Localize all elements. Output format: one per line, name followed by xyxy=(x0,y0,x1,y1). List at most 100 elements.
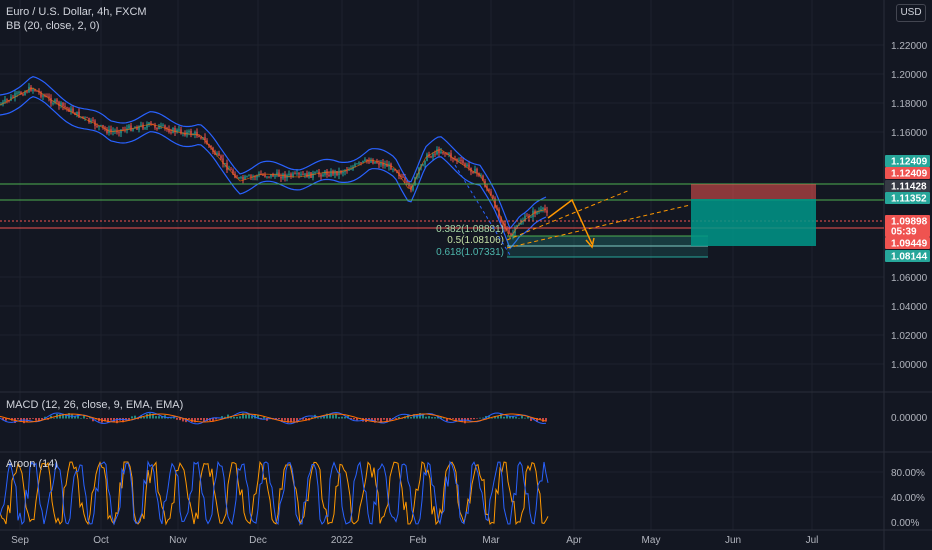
price-axis-label: 1.02000 xyxy=(891,331,928,342)
price-axis-label: 1.16000 xyxy=(891,128,928,139)
macd-histogram-bar xyxy=(521,415,523,419)
macd-histogram-bar xyxy=(332,415,334,419)
candle-body xyxy=(120,129,122,134)
price-tag-label: 1.09449 xyxy=(891,239,928,250)
candle-body xyxy=(332,170,334,175)
candle-body xyxy=(334,170,336,175)
candle-body xyxy=(370,160,372,163)
candle-body xyxy=(220,155,222,159)
macd-histogram-bar xyxy=(176,418,178,420)
macd-histogram-bar xyxy=(431,417,433,419)
macd-histogram-bar xyxy=(236,416,238,419)
time-axis-label: Sep xyxy=(11,535,29,546)
price-axis-label: 1.18000 xyxy=(891,99,928,110)
candle-body xyxy=(360,162,362,164)
candle-body xyxy=(140,124,142,126)
candle-body xyxy=(542,207,544,209)
time-axis-label: Jul xyxy=(806,535,819,546)
macd-axis-label: 0.00000 xyxy=(891,413,928,424)
macd-histogram-bar xyxy=(428,416,430,419)
time-axis-label: Nov xyxy=(169,535,187,546)
macd-histogram-bar xyxy=(233,416,235,419)
candle-body xyxy=(100,124,102,126)
price-tag-label: 1.11352 xyxy=(891,194,927,205)
aroon-legend[interactable]: Aroon (14) xyxy=(6,458,58,470)
candle-body xyxy=(290,173,292,177)
candle-body xyxy=(282,173,284,179)
macd-histogram-bar xyxy=(473,418,475,420)
candle-body xyxy=(200,137,202,139)
macd-histogram-bar xyxy=(143,416,145,419)
macd-histogram-bar xyxy=(23,418,25,424)
price-tag-label: 1.08144 xyxy=(891,252,928,263)
candle-body xyxy=(162,125,164,127)
candle-body xyxy=(244,176,246,180)
candle-body xyxy=(458,160,460,161)
fib-zone xyxy=(507,246,708,257)
candle-body xyxy=(358,162,360,164)
macd-histogram-bar xyxy=(458,418,460,420)
candle-body xyxy=(314,172,316,174)
candle-body xyxy=(128,125,130,129)
candle-body xyxy=(302,174,304,176)
candle-body xyxy=(248,175,250,177)
currency-button[interactable]: USD xyxy=(896,4,926,22)
macd-histogram-bar xyxy=(515,416,517,419)
macd-histogram-bar xyxy=(317,417,319,419)
candle-body xyxy=(300,174,302,176)
candle-body xyxy=(326,171,328,175)
candle-body xyxy=(460,160,462,161)
candle-body xyxy=(304,173,306,176)
candle-body xyxy=(188,130,190,132)
candle-body xyxy=(316,171,318,173)
macd-histogram-bar xyxy=(248,413,250,419)
macd-histogram-bar xyxy=(341,416,343,419)
candle-body xyxy=(198,136,200,138)
candle-body xyxy=(64,106,66,108)
candle-body xyxy=(96,125,98,127)
price-tag-label: 1.12409 xyxy=(891,169,928,180)
macd-histogram-bar xyxy=(284,418,286,421)
macd-histogram-bar xyxy=(86,418,88,419)
candle-body xyxy=(508,230,510,234)
macd-histogram-bar xyxy=(278,418,280,420)
price-axis-label: 1.06000 xyxy=(891,273,928,284)
candle-body xyxy=(156,127,158,130)
candle-body xyxy=(392,169,394,170)
macd-histogram-bar xyxy=(53,417,55,419)
price-tag-label: 1.11428 xyxy=(891,182,927,193)
candle-body xyxy=(86,117,88,119)
macd-histogram-bar xyxy=(383,418,385,420)
macd-histogram-bar xyxy=(344,416,346,419)
macd-histogram-bar xyxy=(80,417,82,419)
chart-canvas[interactable]: 0.382(1.08881)0.5(1.08106)0.618(1.07331)… xyxy=(0,0,932,550)
candle-body xyxy=(378,163,380,165)
candle-body xyxy=(240,177,242,178)
candle-body xyxy=(434,153,436,155)
candles xyxy=(0,83,548,240)
candle-body xyxy=(422,164,424,166)
candle-body xyxy=(324,171,326,175)
candle-body xyxy=(530,216,532,218)
bollinger-legend[interactable]: BB (20, close, 2, 0) xyxy=(6,20,100,32)
candle-body xyxy=(320,174,322,177)
time-axis-label: Mar xyxy=(482,535,500,546)
candle-body xyxy=(160,125,162,127)
macd-histogram-bar xyxy=(293,418,295,422)
macd-histogram-bar xyxy=(425,416,427,419)
candle-body xyxy=(170,132,172,133)
time-axis-label: Apr xyxy=(566,535,582,546)
macd-legend[interactable]: MACD (12, 26, close, 9, EMA, EMA) xyxy=(6,399,183,411)
candle-body xyxy=(292,173,294,177)
candle-body xyxy=(354,163,356,167)
candle-body xyxy=(264,175,266,177)
candle-body xyxy=(430,156,432,158)
candle-body xyxy=(278,172,280,177)
candle-body xyxy=(66,107,68,109)
candle-body xyxy=(362,160,364,163)
candle-body xyxy=(56,99,58,102)
bollinger-basis xyxy=(0,87,547,239)
candle-body xyxy=(6,99,8,101)
candle-body xyxy=(26,91,28,93)
macd-histogram-bar xyxy=(503,416,505,419)
